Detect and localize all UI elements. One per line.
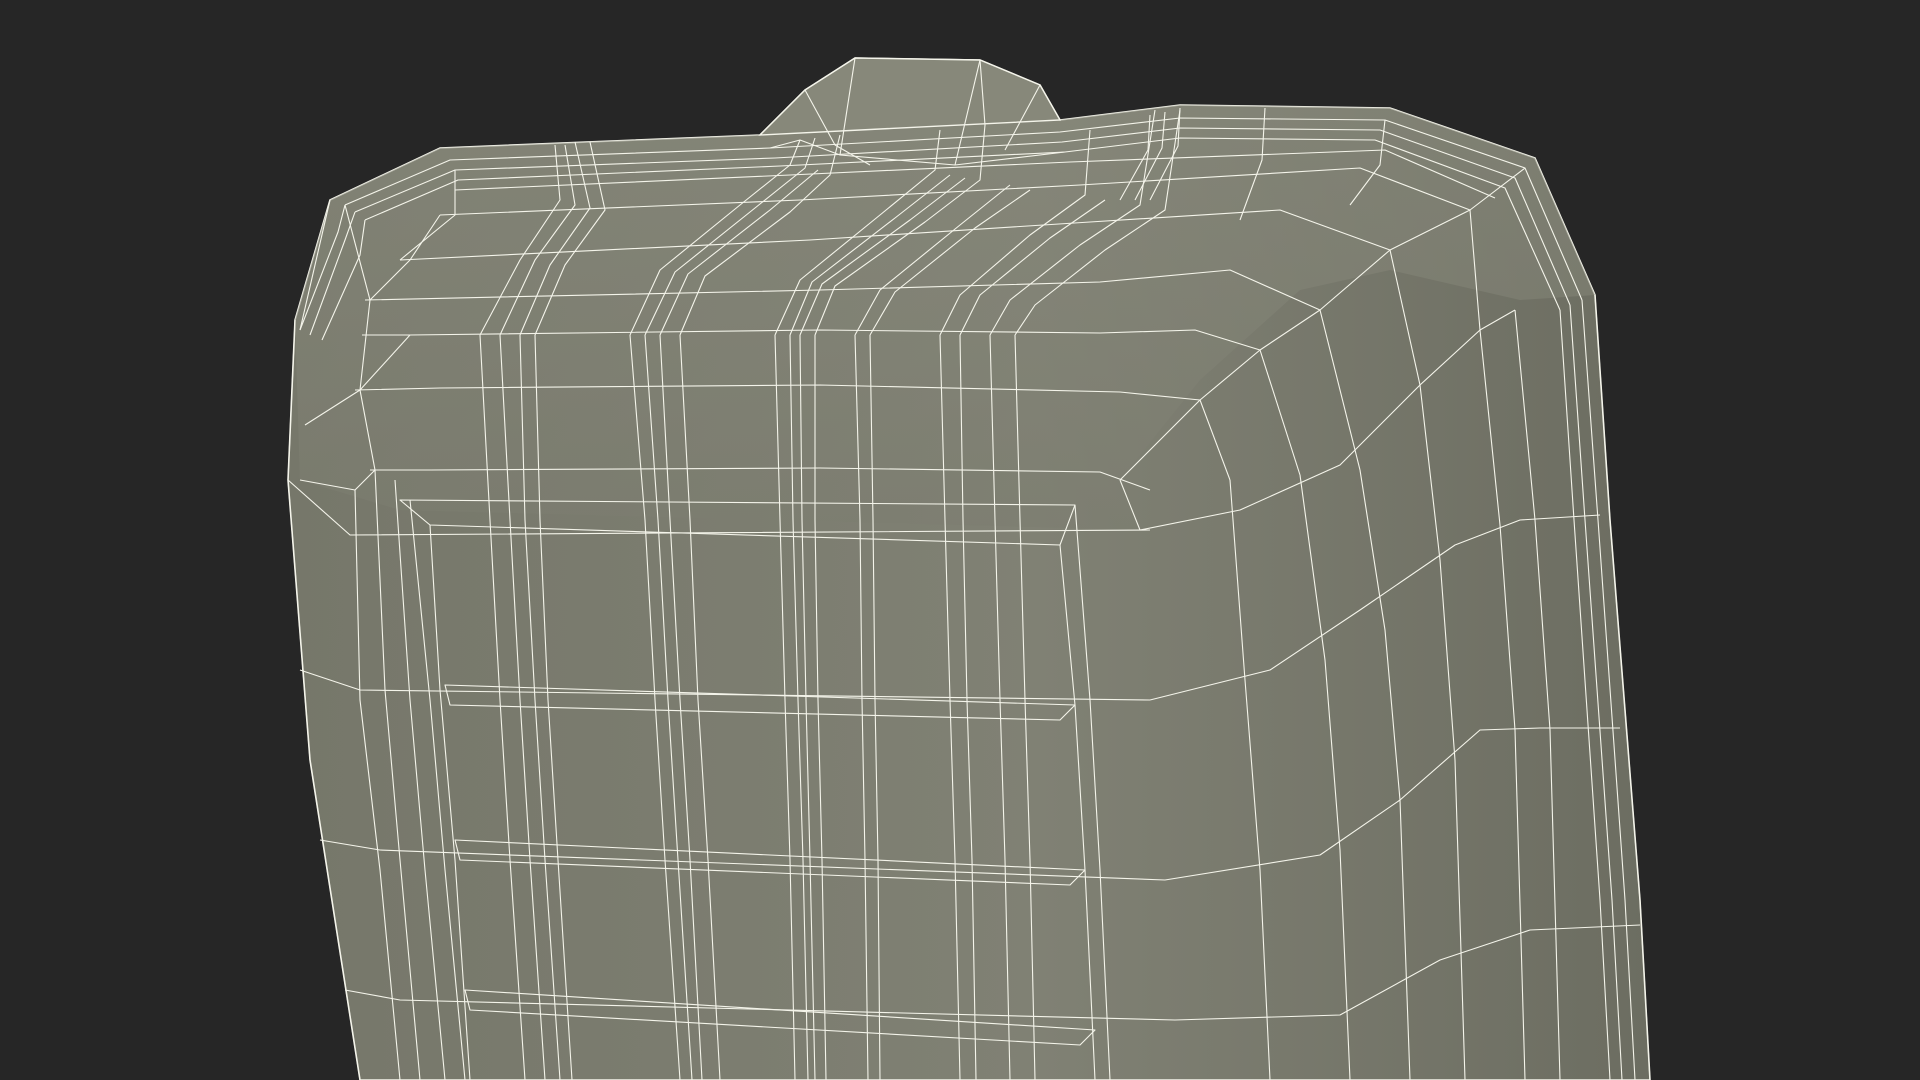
render-viewport — [0, 0, 1920, 1080]
wireframe-mesh-object — [287, 57, 1651, 1080]
